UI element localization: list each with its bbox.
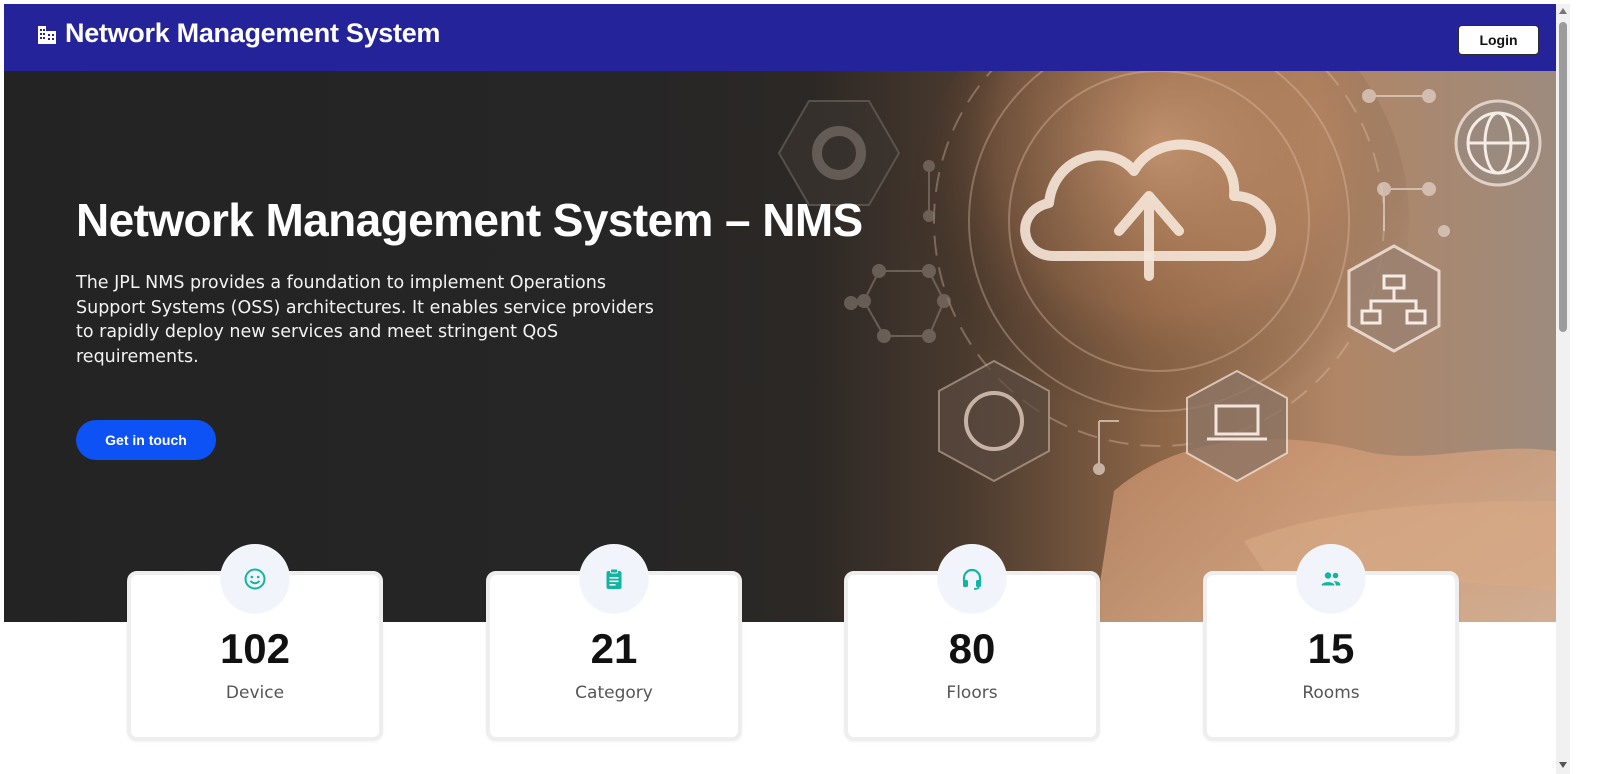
scroll-thumb[interactable] (1559, 22, 1567, 332)
hero-description: The JPL NMS provides a foundation to imp… (76, 273, 654, 367)
smiley-face-icon (244, 568, 266, 590)
stat-icon-badge (938, 545, 1006, 613)
scroll-up-arrow-icon[interactable] (1559, 8, 1567, 14)
headset-icon (962, 568, 982, 590)
top-navbar: Network Management System Login (4, 4, 1556, 71)
stat-value: 15 (1307, 625, 1355, 672)
hero-title: Network Management System – NMS (76, 194, 863, 246)
scroll-down-arrow-icon[interactable] (1559, 762, 1567, 768)
stat-icon-badge (221, 545, 289, 613)
stat-icon-badge (580, 545, 648, 613)
stat-card-rooms[interactable]: 15 Rooms (1203, 545, 1459, 741)
clipboard-icon (606, 568, 622, 589)
people-icon (1321, 572, 1341, 586)
hero-banner: Network Management System – NMS The JPL … (4, 71, 1556, 622)
brand-title: Network Management System (65, 18, 441, 48)
stat-label: Floors (946, 683, 998, 703)
stat-card-category[interactable]: 21 Category (486, 545, 742, 741)
stat-value: 102 (219, 625, 291, 672)
stat-icon-badge (1297, 545, 1365, 613)
stat-card-device[interactable]: 102 Device (127, 545, 383, 741)
page: Network Management System Login Network … (4, 4, 1556, 774)
building-icon (37, 23, 57, 45)
stat-card-floors[interactable]: 80 Floors (844, 545, 1100, 741)
vertical-scrollbar[interactable] (1556, 4, 1570, 774)
brand[interactable]: Network Management System (37, 18, 440, 49)
stat-label: Category (575, 683, 653, 703)
stat-value: 21 (590, 625, 638, 672)
stat-label: Device (225, 683, 285, 703)
get-in-touch-button[interactable]: Get in touch (76, 420, 216, 460)
stat-value: 80 (948, 625, 996, 672)
login-button[interactable]: Login (1458, 25, 1539, 55)
hero-network-illustration (777, 71, 1556, 622)
stat-label: Rooms (1302, 683, 1360, 703)
